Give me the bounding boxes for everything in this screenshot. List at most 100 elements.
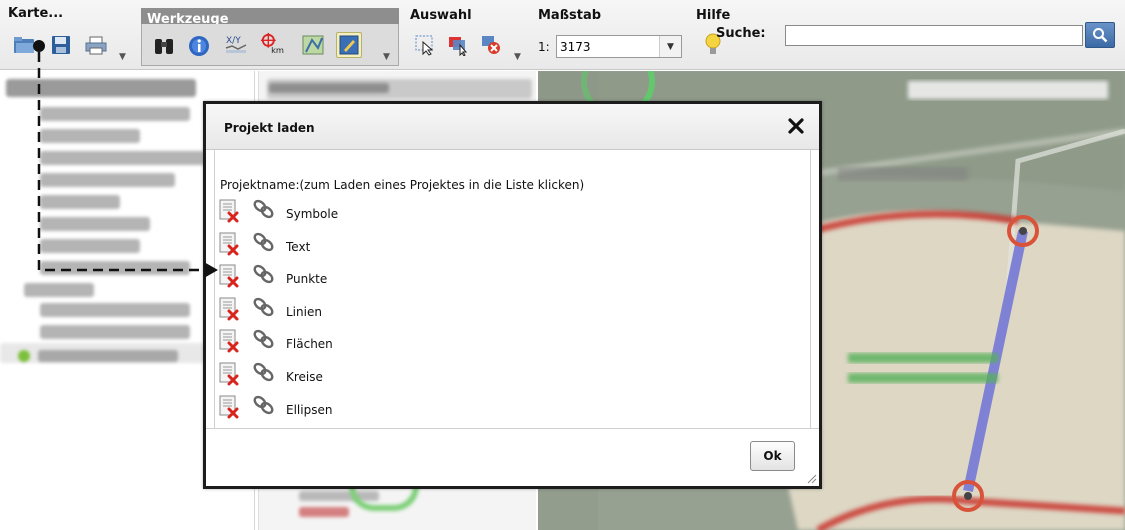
dialog-title: Projekt laden bbox=[224, 121, 315, 135]
project-name[interactable]: Kreise bbox=[286, 370, 323, 384]
legend-button[interactable] bbox=[301, 33, 325, 57]
delete-project-button[interactable] bbox=[218, 264, 242, 290]
chevron-down-icon[interactable]: ▼ bbox=[659, 36, 681, 57]
project-list-item[interactable]: Text bbox=[216, 229, 516, 261]
main-toolbar: Karte... ▼ Werkzeuge X/Y km ▼ Auswahl ▼ … bbox=[0, 0, 1125, 70]
project-list-item[interactable]: Punkte bbox=[216, 261, 516, 293]
dialog-footer: Ok bbox=[206, 428, 819, 486]
edit-button[interactable] bbox=[336, 32, 362, 58]
delete-project-icon bbox=[219, 362, 239, 386]
info-button[interactable] bbox=[187, 34, 211, 58]
deselect-button[interactable] bbox=[479, 33, 503, 57]
close-button[interactable] bbox=[787, 117, 805, 135]
scale-value[interactable]: 3173 bbox=[557, 40, 659, 54]
gis-application: Karte... ▼ Werkzeuge X/Y km ▼ Auswahl ▼ … bbox=[0, 0, 1125, 530]
legend-item bbox=[299, 507, 349, 517]
layer-tree-row[interactable] bbox=[40, 325, 190, 339]
chain-link-icon bbox=[253, 199, 274, 219]
group-label-help[interactable]: Hilfe bbox=[696, 8, 730, 23]
link-icon[interactable] bbox=[252, 231, 276, 253]
dialog-instruction: Projektname:(zum Laden eines Projektes i… bbox=[220, 178, 585, 192]
layer-tree-row[interactable] bbox=[40, 151, 205, 165]
chain-link-icon bbox=[253, 265, 274, 284]
load-project-dialog: Projekt laden Projektname:(zum Laden ein… bbox=[203, 101, 822, 489]
link-icon[interactable] bbox=[252, 394, 276, 416]
resize-grip-icon[interactable] bbox=[805, 472, 817, 484]
link-icon[interactable] bbox=[252, 361, 276, 383]
project-name[interactable]: Ellipsen bbox=[286, 403, 332, 417]
deselect-icon bbox=[482, 36, 500, 54]
print-icon bbox=[85, 36, 107, 55]
layer-tree-header bbox=[6, 79, 196, 97]
chain-link-icon bbox=[253, 330, 274, 349]
coordinates-button[interactable]: X/Y bbox=[224, 32, 248, 56]
status-text bbox=[38, 350, 178, 362]
project-name[interactable]: Punkte bbox=[286, 272, 327, 286]
dialog-title-bar[interactable]: Projekt laden bbox=[206, 104, 819, 150]
delete-project-button[interactable] bbox=[218, 199, 242, 225]
distance-button[interactable]: km bbox=[260, 32, 284, 56]
save-icon bbox=[52, 36, 70, 54]
delete-project-button[interactable] bbox=[218, 232, 242, 258]
chain-link-icon bbox=[253, 395, 274, 414]
project-list-item[interactable]: Linien bbox=[216, 294, 516, 326]
delete-project-button[interactable] bbox=[218, 362, 242, 388]
selection-more-dropdown[interactable]: ▼ bbox=[514, 52, 524, 62]
close-icon bbox=[788, 118, 804, 134]
project-name[interactable]: Symbole bbox=[286, 207, 338, 221]
layer-tree-row[interactable] bbox=[24, 283, 94, 297]
delete-project-icon bbox=[219, 199, 239, 223]
search-button[interactable] bbox=[1085, 22, 1115, 48]
link-icon[interactable] bbox=[252, 296, 276, 318]
tools-more-dropdown[interactable]: ▼ bbox=[383, 52, 393, 62]
delete-project-icon bbox=[219, 232, 239, 256]
delete-project-icon bbox=[219, 329, 239, 353]
svg-text:X/Y: X/Y bbox=[226, 36, 241, 46]
delete-project-icon bbox=[219, 297, 239, 321]
layer-tree-row[interactable] bbox=[40, 217, 150, 231]
find-button[interactable] bbox=[152, 34, 176, 58]
coordinates-icon: X/Y bbox=[225, 36, 247, 53]
group-label-selection[interactable]: Auswahl bbox=[410, 8, 472, 23]
delete-project-button[interactable] bbox=[218, 329, 242, 355]
link-icon[interactable] bbox=[252, 263, 276, 285]
project-list-item[interactable]: Symbole bbox=[216, 196, 516, 228]
scale-prefix: 1: bbox=[538, 40, 550, 54]
group-label-scale: Maßstab bbox=[538, 8, 602, 23]
chain-link-icon bbox=[253, 362, 274, 382]
project-list-item[interactable]: Ellipsen bbox=[216, 392, 516, 424]
search-input[interactable] bbox=[785, 25, 1083, 46]
layer-tree-row[interactable] bbox=[40, 239, 140, 253]
map-more-dropdown[interactable]: ▼ bbox=[119, 52, 129, 62]
delete-project-button[interactable] bbox=[218, 395, 242, 421]
layer-tree-row[interactable] bbox=[40, 261, 190, 275]
chain-link-icon bbox=[253, 297, 274, 316]
project-list-item[interactable]: Flächen bbox=[216, 326, 516, 358]
legend-header-text bbox=[269, 83, 389, 93]
chain-link-icon bbox=[253, 232, 274, 251]
delete-project-button[interactable] bbox=[218, 297, 242, 323]
select-button[interactable] bbox=[413, 33, 437, 57]
project-name[interactable]: Text bbox=[286, 240, 310, 254]
link-icon[interactable] bbox=[252, 328, 276, 350]
group-label-map[interactable]: Karte... bbox=[8, 6, 63, 21]
layer-tree-row[interactable] bbox=[40, 107, 190, 121]
layer-tree-row[interactable] bbox=[40, 195, 120, 209]
status-dot bbox=[18, 350, 30, 362]
print-button[interactable] bbox=[84, 33, 108, 57]
info-icon bbox=[189, 36, 209, 56]
magnifier-icon bbox=[1093, 28, 1108, 43]
project-name[interactable]: Linien bbox=[286, 305, 322, 319]
save-project-button[interactable] bbox=[49, 33, 73, 57]
select-area-button[interactable] bbox=[446, 33, 470, 57]
project-list-item[interactable]: Kreise bbox=[216, 359, 516, 391]
link-icon[interactable] bbox=[252, 198, 276, 220]
layer-tree-row[interactable] bbox=[40, 129, 140, 143]
layer-tree-row[interactable] bbox=[40, 173, 175, 187]
ok-button[interactable]: Ok bbox=[750, 441, 795, 471]
open-project-button[interactable] bbox=[12, 33, 36, 57]
project-list[interactable]: Symbole Text Punkte Linien Flächen Kreise Elli… bbox=[216, 196, 812, 424]
project-name[interactable]: Flächen bbox=[286, 337, 333, 351]
scale-select[interactable]: 3173 ▼ bbox=[556, 35, 682, 58]
layer-tree-row[interactable] bbox=[40, 303, 190, 317]
